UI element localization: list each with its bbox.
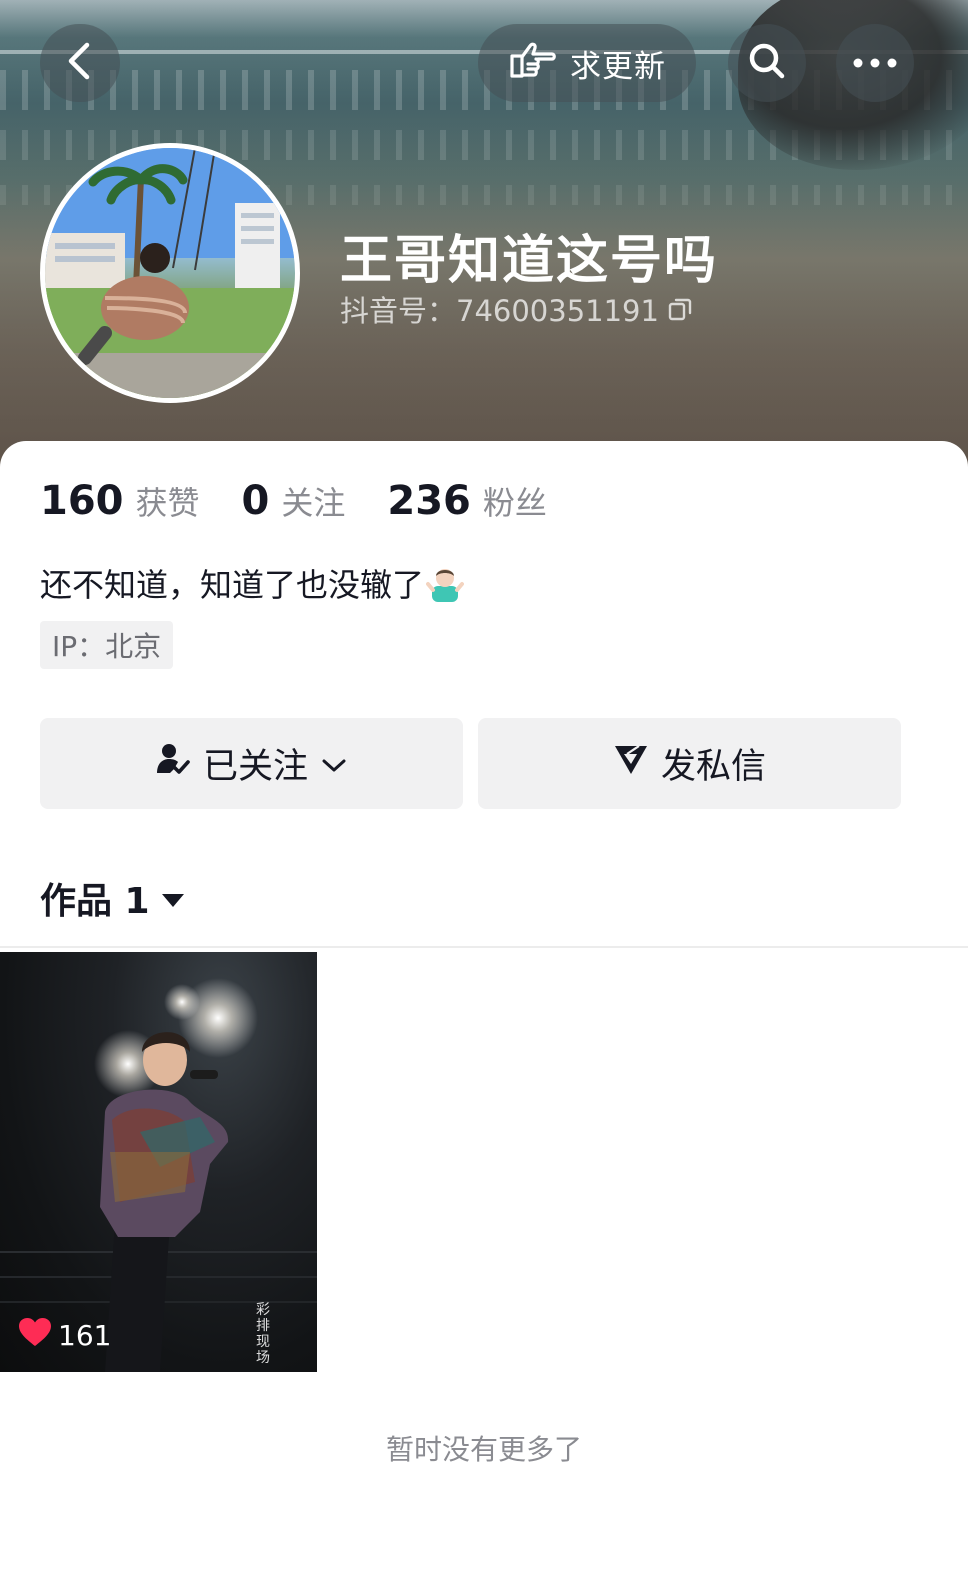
stat-likes-label: 获赞 — [135, 484, 200, 522]
stat-following-label: 关注 — [281, 484, 346, 522]
douyin-id-text: 抖音号：74600351191 — [340, 294, 659, 328]
video-likes: 161 — [18, 1317, 111, 1354]
search-icon — [746, 40, 788, 86]
stat-following[interactable]: 0 关注 — [242, 478, 346, 524]
hand-point-icon — [508, 40, 558, 86]
send-plane-icon — [613, 742, 649, 785]
more-dots-icon — [852, 54, 898, 73]
ip-location-tag: IP：北京 — [40, 621, 174, 669]
stat-followers[interactable]: 236 粉丝 — [387, 478, 547, 524]
profile-bio: 还不知道，知道了也没辙了 — [40, 560, 465, 606]
heart-icon — [18, 1317, 52, 1354]
more-button[interactable] — [836, 24, 914, 102]
stat-followers-label: 粉丝 — [482, 484, 547, 522]
stat-likes[interactable]: 160 获赞 — [40, 478, 200, 524]
send-message-button[interactable]: 发私信 — [478, 718, 901, 809]
person-shrugging-emoji — [426, 564, 465, 602]
chevron-down-icon — [320, 744, 348, 784]
video-watermark: 彩排现场 — [256, 1302, 270, 1366]
avatar-image — [45, 148, 295, 398]
following-button[interactable]: 已关注 — [40, 718, 463, 809]
triangle-down-icon — [160, 878, 186, 919]
video-item[interactable]: 彩排现场 161 — [0, 952, 317, 1372]
stats-row: 160 获赞 0 关注 236 粉丝 — [40, 478, 589, 524]
works-tab-label: 作品 1 — [40, 881, 150, 922]
stat-likes-number: 160 — [40, 478, 124, 524]
search-button[interactable] — [728, 24, 806, 102]
avatar[interactable] — [40, 143, 300, 403]
tab-divider — [0, 946, 968, 948]
request-update-label: 求更新 — [570, 48, 666, 85]
back-arrow-icon — [63, 41, 97, 85]
video-likes-count: 161 — [58, 1319, 112, 1352]
person-check-icon — [155, 741, 191, 786]
douyin-id-row: 抖音号：74600351191 — [340, 288, 693, 330]
stat-following-number: 0 — [241, 478, 270, 524]
bio-text: 还不知道，知道了也没辙了 — [40, 566, 425, 604]
tab-works[interactable]: 作品 1 — [40, 872, 186, 924]
no-more-text: 暂时没有更多了 — [385, 1433, 582, 1466]
copy-icon[interactable] — [667, 296, 693, 322]
send-message-label: 发私信 — [660, 747, 766, 787]
back-button[interactable] — [40, 24, 120, 102]
stat-followers-number: 236 — [387, 478, 471, 524]
request-update-button[interactable]: 求更新 — [478, 24, 696, 102]
profile-nickname: 王哥知道这号吗 — [340, 231, 719, 291]
following-label: 已关注 — [202, 747, 308, 787]
